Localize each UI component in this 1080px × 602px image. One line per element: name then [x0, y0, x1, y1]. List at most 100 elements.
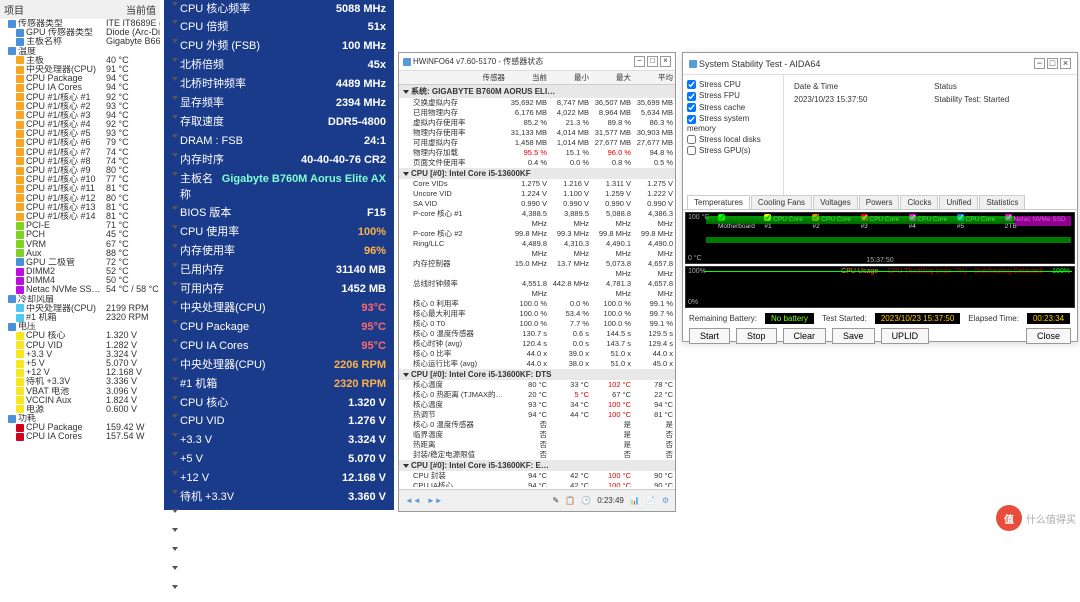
uplid-button[interactable]: UPLID [881, 328, 930, 344]
minimize-button[interactable]: − [1034, 58, 1045, 69]
sensor-reading-row[interactable]: 核心最大利用率100.0 %53.4 %100.0 %99.7 % [399, 309, 675, 319]
stress-checkbox[interactable]: Stress local disks [687, 134, 779, 145]
maximize-button[interactable]: □ [1047, 58, 1058, 69]
tree-row[interactable]: CPU #1/核心 #492 °C [0, 120, 160, 129]
sensor-reading-row[interactable]: Core VIDs1.275 V1.216 V1.311 V1.275 V [399, 179, 675, 189]
tree-row[interactable]: PCI-E71 °C [0, 221, 160, 230]
tab-cooling-fans[interactable]: Cooling Fans [751, 195, 812, 209]
tree-row[interactable]: CPU IA Cores94 °C [0, 83, 160, 92]
tree-row[interactable]: CPU Package94 °C [0, 74, 160, 83]
tree-row[interactable]: CPU #1/核心 #1481 °C [0, 212, 160, 221]
sensor-reading-row[interactable]: 交换虚拟内存35,692 MB8,747 MB36,507 MB35,699 M… [399, 98, 675, 108]
tree-row[interactable]: 中央处理器(CPU)91 °C [0, 65, 160, 74]
sensor-reading-row[interactable]: 热距离否是否 [399, 440, 675, 450]
settings-icon[interactable]: ⚙ [662, 496, 669, 505]
sensor-group-header[interactable]: 系统: GIGABYTE B760M AORUS ELI… [399, 85, 675, 98]
tree-row[interactable]: #1 机箱2320 RPM [0, 313, 160, 322]
sensor-reading-row[interactable]: 临界温度否是否 [399, 430, 675, 440]
sensor-reading-row[interactable]: CPU IA核心94 °C42 °C100 °C90 °C [399, 481, 675, 487]
sensor-reading-row[interactable]: CPU 封装94 °C42 °C100 °C90 °C [399, 471, 675, 481]
tree-row[interactable]: CPU #1/核心 #593 °C [0, 129, 160, 138]
tree-row[interactable]: PCH45 °C [0, 230, 160, 239]
sensor-reading-row[interactable]: 页面文件使用率0.4 %0.0 %0.8 %0.5 % [399, 158, 675, 168]
tree-row[interactable]: 主板40 °C [0, 56, 160, 65]
sensor-reading-row[interactable]: 可用虚拟内存1,458 MB1,014 MB27,677 MB27,677 MB [399, 138, 675, 148]
tree-row[interactable]: CPU #1/核心 #774 °C [0, 148, 160, 157]
stress-checkbox[interactable]: Stress GPU(s) [687, 145, 779, 156]
clear-button[interactable]: Clear [783, 328, 827, 344]
tree-row[interactable]: 温度 [0, 47, 160, 56]
sensor-group-header[interactable]: CPU [#0]: Intel Core i5-13600KF [399, 168, 675, 179]
nav-back-icon[interactable]: ◄◄ [405, 496, 421, 505]
sensor-reading-row[interactable]: 核心 0 热距离 (TJMAX的温度)20 °C5 °C67 °C22 °C [399, 390, 675, 400]
sensor-reading-row[interactable]: 总线时钟频率4,551.8 MHz442.8 MHz4,781.3 MHz4,6… [399, 279, 675, 299]
sensor-reading-row[interactable]: 核心 0 温度传感器否是是 [399, 420, 675, 430]
tree-row[interactable]: CPU #1/核心 #874 °C [0, 157, 160, 166]
hwinfo-titlebar[interactable]: HWiNFO64 v7.60-5170 - 传感器状态 − □ × [399, 53, 675, 71]
stop-button[interactable]: Stop [736, 328, 777, 344]
sensor-group-header[interactable]: CPU [#0]: Intel Core i5-13600KF: DTS [399, 369, 675, 380]
sensor-reading-row[interactable]: P-core 核心 #299.8 MHz99.3 MHz99.8 MHz99.8… [399, 229, 675, 239]
stress-checkbox[interactable]: Stress system memory [687, 113, 779, 133]
tree-row[interactable]: CPU #1/核心 #1381 °C [0, 203, 160, 212]
sensor-reading-row[interactable]: 核心温度93 °C34 °C100 °C94 °C [399, 400, 675, 410]
tab-unified[interactable]: Unified [939, 195, 978, 209]
tab-voltages[interactable]: Voltages [813, 195, 858, 209]
sensor-reading-row[interactable]: 核心时钟 (avg)120.4 s0.0 s143.7 s129.4 s [399, 339, 675, 349]
tree-row[interactable]: CPU #1/核心 #1280 °C [0, 194, 160, 203]
sensor-reading-row[interactable]: 核心 0 利用率100.0 %0.0 %100.0 %99.1 % [399, 299, 675, 309]
sensor-reading-row[interactable]: 热调节94 °C44 °C100 °C81 °C [399, 410, 675, 420]
sensor-reading-row[interactable]: 已用物理内存6,176 MB4,022 MB8,964 MB5,634 MB [399, 108, 675, 118]
tree-row[interactable]: DIMM252 °C [0, 267, 160, 276]
graph-icon[interactable]: 📊 [630, 496, 640, 505]
reset-icon[interactable]: 📋 [565, 496, 575, 505]
preferences-icon[interactable]: ✎ [553, 496, 560, 505]
save-button[interactable]: Save [832, 328, 875, 344]
tree-row[interactable]: CPU #1/核心 #1181 °C [0, 184, 160, 193]
maximize-button[interactable]: □ [647, 56, 658, 67]
tree-row[interactable]: 主板名称Gigabyte B660 / B760 / H610 / H670 /… [0, 37, 160, 46]
tree-row[interactable]: Aux88 °C [0, 249, 160, 258]
sensor-reading-row[interactable]: 核心 0 温度传感器130.7 s0.6 s144.5 s129.5 s [399, 329, 675, 339]
tree-row[interactable]: Netac NVMe SSD 2TB54 °C / 58 °C [0, 285, 160, 294]
tab-clocks[interactable]: Clocks [900, 195, 938, 209]
sensor-reading-row[interactable]: 核心运行比率 (avg)44.0 x38.0 x51.0 x45.0 x [399, 359, 675, 369]
tab-statistics[interactable]: Statistics [979, 195, 1025, 209]
stress-checkbox[interactable]: Stress cache [687, 102, 779, 113]
sensor-reading-row[interactable]: 物理内存使用率31,133 MB4,014 MB31,577 MB30,903 … [399, 128, 675, 138]
sensor-reading-row[interactable]: 核心 0 比率44.0 x39.0 x51.0 x44.0 x [399, 349, 675, 359]
tree-row[interactable]: CPU #1/核心 #1077 °C [0, 175, 160, 184]
tree-row[interactable]: CPU IA Cores157.54 W [0, 432, 160, 441]
tree-row[interactable]: CPU #1/核心 #980 °C [0, 166, 160, 175]
close-button[interactable]: Close [1026, 328, 1071, 344]
sensor-reading-row[interactable]: SA VID0.990 V0.990 V0.990 V0.990 V [399, 199, 675, 209]
tab-temperatures[interactable]: Temperatures [687, 195, 750, 209]
stress-checkbox[interactable]: Stress CPU [687, 79, 779, 90]
sensor-reading-row[interactable]: 物理内存加载95.5 %15.1 %96.0 %94.8 % [399, 148, 675, 158]
sensor-reading-row[interactable]: 核心温度80 °C33 °C102 °C78 °C [399, 380, 675, 390]
tree-row[interactable]: CPU #1/核心 #679 °C [0, 138, 160, 147]
tree-row[interactable]: GPU 二极管72 °C [0, 258, 160, 267]
stress-checkbox[interactable]: Stress FPU [687, 90, 779, 101]
start-button[interactable]: Start [689, 328, 730, 344]
sensor-reading-row[interactable]: 核心 0 T0100.0 %7.7 %100.0 %99.1 % [399, 319, 675, 329]
sensor-reading-row[interactable]: 内存控制器15.0 MHz13.7 MHz5,073.8 MHz4,657.8 … [399, 259, 675, 279]
tree-row[interactable]: 电源0.600 V [0, 405, 160, 414]
tab-powers[interactable]: Powers [859, 195, 900, 209]
minimize-button[interactable]: − [634, 56, 645, 67]
nav-fwd-icon[interactable]: ►► [427, 496, 443, 505]
stability-titlebar[interactable]: System Stability Test - AIDA64 − □ × [683, 53, 1077, 75]
sensor-group-header[interactable]: CPU [#0]: Intel Core i5-13600KF: E… [399, 460, 675, 471]
log-icon[interactable]: 📄 [646, 496, 656, 505]
tree-row[interactable]: CPU #1/核心 #394 °C [0, 111, 160, 120]
close-button[interactable]: × [660, 56, 671, 67]
sensor-reading-row[interactable]: Uncore VID1.224 V1.100 V1.259 V1.222 V [399, 189, 675, 199]
sensor-reading-row[interactable]: 封装/稳定电源限值否否否 [399, 450, 675, 460]
sensor-reading-row[interactable]: P-core 核心 #14,388.5 MHz3,889.5 MHz5,088.… [399, 209, 675, 229]
sensor-reading-row[interactable]: 虚拟内存使用率85.2 %21.3 %89.8 %86.3 % [399, 118, 675, 128]
tree-row[interactable]: CPU #1/核心 #293 °C [0, 102, 160, 111]
close-button[interactable]: × [1060, 58, 1071, 69]
tree-row[interactable]: CPU #1/核心 #192 °C [0, 93, 160, 102]
sensor-reading-row[interactable]: Ring/LLC4,489.8 MHz4,310.3 MHz4,490.1 MH… [399, 239, 675, 259]
tree-row[interactable]: VRM67 °C [0, 240, 160, 249]
